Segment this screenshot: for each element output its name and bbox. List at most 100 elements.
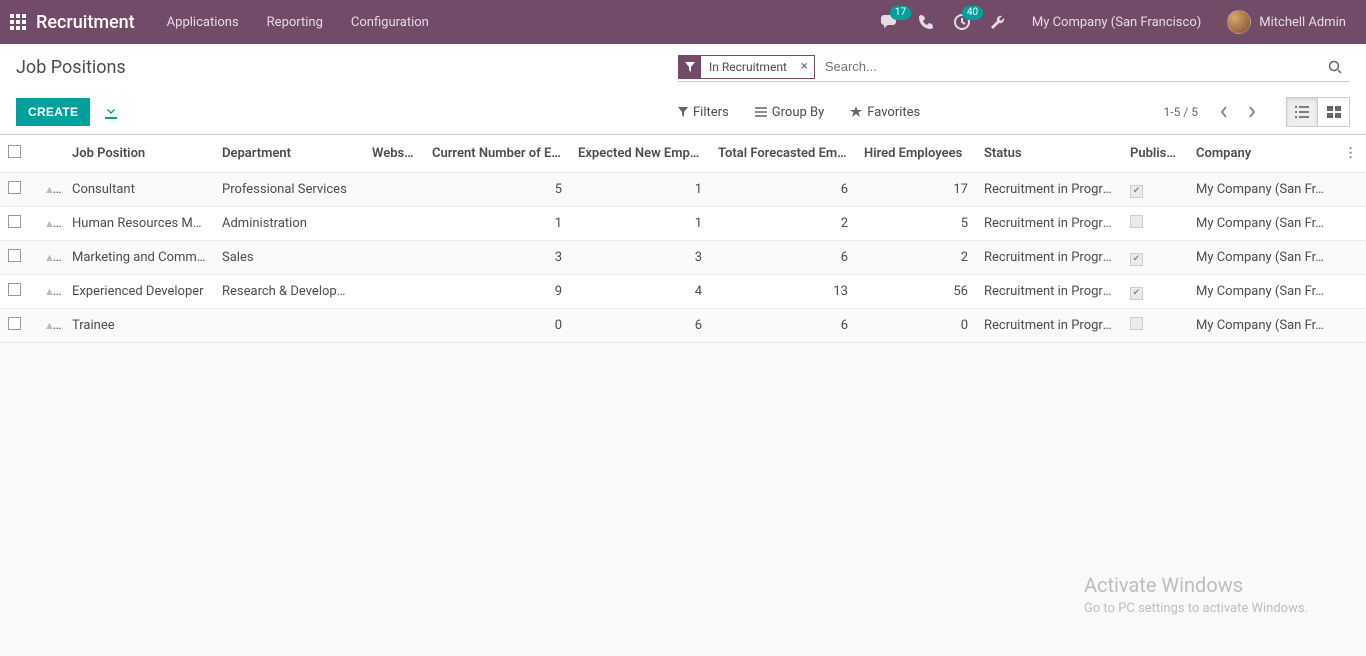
cell-current: 0	[424, 309, 570, 343]
col-expected[interactable]: Expected New Empl…	[570, 135, 710, 173]
cell-job: Trainee	[64, 309, 214, 343]
cell-forecast: 6	[710, 173, 856, 207]
control-panel: Job Positions In Recruitment × CREATE	[0, 44, 1366, 135]
table-row[interactable]: ▲▼Human Resources Ma…Administration1125R…	[0, 207, 1366, 241]
nav-configuration[interactable]: Configuration	[337, 0, 443, 44]
drag-handle-icon: ▲▼	[44, 284, 62, 299]
cell-status: Recruitment in Progre…	[976, 173, 1122, 207]
cell-dept: Sales	[214, 241, 364, 275]
cell-current: 1	[424, 207, 570, 241]
cell-company: My Company (San Fr…	[1188, 173, 1336, 207]
nav-applications[interactable]: Applications	[153, 0, 253, 44]
pager-prev-button[interactable]	[1210, 98, 1238, 126]
row-handle[interactable]: ▲▼	[36, 275, 64, 309]
table-row[interactable]: ▲▼Experienced DeveloperResearch & Develo…	[0, 275, 1366, 309]
nav-right: 17 40 My Company (San Francisco) Mitchel…	[872, 0, 1366, 44]
row-select[interactable]	[0, 241, 36, 275]
download-icon	[104, 105, 118, 119]
row-select[interactable]	[0, 207, 36, 241]
published-checkbox	[1130, 287, 1143, 300]
cp-row-2: CREATE Filters Group By Favorite	[0, 90, 1366, 134]
pager-text[interactable]: 1-5 / 5	[1164, 105, 1198, 119]
user-menu[interactable]: Mitchell Admin	[1217, 10, 1356, 34]
search-input[interactable]	[821, 55, 1320, 78]
col-forecast[interactable]: Total Forecasted Em…	[710, 135, 856, 173]
facet-remove-button[interactable]: ×	[795, 59, 814, 74]
cell-published[interactable]	[1122, 275, 1188, 309]
discuss-button[interactable]: 17	[872, 0, 908, 44]
list-view-button[interactable]	[1286, 97, 1318, 127]
row-select[interactable]	[0, 275, 36, 309]
import-button[interactable]	[104, 105, 118, 119]
col-hired[interactable]: Hired Employees	[856, 135, 976, 173]
drag-handle-icon: ▲▼	[44, 182, 62, 197]
app-title[interactable]: Recruitment	[36, 12, 153, 33]
row-select[interactable]	[0, 309, 36, 343]
col-company[interactable]: Company	[1188, 135, 1336, 173]
groupby-button[interactable]: Group By	[755, 105, 825, 120]
cell-company: My Company (San Fr…	[1188, 309, 1336, 343]
cell-hired: 56	[856, 275, 976, 309]
checkbox-icon	[8, 317, 21, 330]
row-handle[interactable]: ▲▼	[36, 207, 64, 241]
published-checkbox	[1130, 185, 1143, 198]
cell-status: Recruitment in Progre…	[976, 241, 1122, 275]
kanban-view-button[interactable]	[1318, 97, 1350, 127]
col-current[interactable]: Current Number of E…	[424, 135, 570, 173]
col-job[interactable]: Job Position	[64, 135, 214, 173]
cell-current: 3	[424, 241, 570, 275]
activities-button[interactable]: 40	[944, 0, 980, 44]
cell-expected: 6	[570, 309, 710, 343]
funnel-icon	[678, 107, 688, 117]
row-select[interactable]	[0, 173, 36, 207]
col-published[interactable]: Published	[1122, 135, 1188, 173]
cell-published[interactable]	[1122, 207, 1188, 241]
table-row[interactable]: ▲▼Trainee0660Recruitment in Progre…My Co…	[0, 309, 1366, 343]
cell-company: My Company (San Fr…	[1188, 241, 1336, 275]
phone-button[interactable]	[908, 0, 944, 44]
list-icon	[1295, 106, 1309, 118]
published-checkbox	[1130, 317, 1143, 330]
chevron-left-icon	[1220, 106, 1228, 118]
cell-dept: Professional Services	[214, 173, 364, 207]
table-row[interactable]: ▲▼ConsultantProfessional Services51617Re…	[0, 173, 1366, 207]
checkbox-icon	[8, 181, 21, 194]
apps-grid-icon	[10, 14, 26, 30]
cell-expected: 1	[570, 173, 710, 207]
search-icon-button[interactable]	[1320, 60, 1350, 74]
favorites-button[interactable]: Favorites	[850, 105, 920, 120]
cell-job: Experienced Developer	[64, 275, 214, 309]
cell-hired: 5	[856, 207, 976, 241]
col-dept[interactable]: Department	[214, 135, 364, 173]
cell-company: My Company (San Fr…	[1188, 207, 1336, 241]
select-all-header[interactable]	[0, 135, 36, 173]
apps-menu-button[interactable]	[0, 0, 36, 44]
cell-website	[364, 309, 424, 343]
cell-published[interactable]	[1122, 309, 1188, 343]
nav-reporting[interactable]: Reporting	[253, 0, 337, 44]
cell-expected: 4	[570, 275, 710, 309]
cell-website	[364, 173, 424, 207]
nav-left: Recruitment Applications Reporting Confi…	[0, 0, 443, 44]
row-handle[interactable]: ▲▼	[36, 241, 64, 275]
col-website[interactable]: Website	[364, 135, 424, 173]
cell-dept	[214, 309, 364, 343]
cell-hired: 0	[856, 309, 976, 343]
cell-published[interactable]	[1122, 173, 1188, 207]
create-button[interactable]: CREATE	[16, 98, 90, 126]
filters-button[interactable]: Filters	[678, 105, 729, 120]
col-options[interactable]: ⋮	[1336, 135, 1366, 173]
cell-published[interactable]	[1122, 241, 1188, 275]
avatar	[1227, 10, 1251, 34]
table-row[interactable]: ▲▼Marketing and Comm…Sales3362Recruitmen…	[0, 241, 1366, 275]
company-switcher[interactable]: My Company (San Francisco)	[1016, 15, 1217, 30]
cell-status: Recruitment in Progre…	[976, 309, 1122, 343]
search-bar[interactable]: In Recruitment ×	[678, 52, 1350, 82]
row-handle[interactable]: ▲▼	[36, 173, 64, 207]
ellipsis-icon: ⋮	[1344, 146, 1357, 161]
debug-tools-button[interactable]	[980, 0, 1016, 44]
row-handle[interactable]: ▲▼	[36, 309, 64, 343]
col-status[interactable]: Status	[976, 135, 1122, 173]
pager-next-button[interactable]	[1238, 98, 1266, 126]
page-title: Job Positions	[16, 57, 126, 78]
